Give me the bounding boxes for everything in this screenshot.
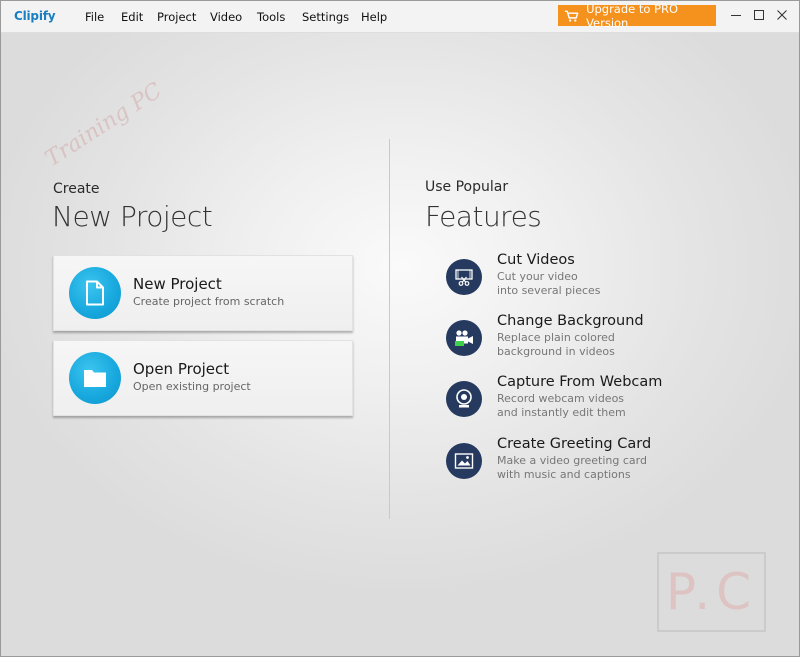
- feature-desc-line2: background in videos: [497, 345, 615, 358]
- watermark-box: P.C: [657, 552, 766, 632]
- section-divider: [389, 139, 390, 519]
- feature-capture-webcam[interactable]: Capture From Webcam Record webcam videos…: [446, 374, 746, 431]
- open-project-title: Open Project: [133, 360, 230, 378]
- new-project-card[interactable]: New Project Create project from scratch: [53, 255, 353, 331]
- feature-change-background[interactable]: Change Background Replace plain colored …: [446, 313, 746, 370]
- new-project-circle: [69, 267, 121, 319]
- file-icon: [86, 280, 104, 306]
- webcam-icon: [446, 381, 482, 417]
- open-project-subtitle: Open existing project: [133, 380, 251, 393]
- open-project-circle: [69, 352, 121, 404]
- cut-video-icon: [446, 259, 482, 295]
- menu-project[interactable]: Project: [157, 10, 196, 24]
- app-window: Clipify File Edit Project Video Tools Se…: [0, 0, 800, 657]
- feature-title: Change Background: [497, 313, 644, 329]
- close-button[interactable]: [774, 7, 790, 23]
- minimize-button[interactable]: [728, 7, 744, 23]
- menu-settings[interactable]: Settings: [302, 10, 349, 24]
- chroma-key-icon: [446, 320, 482, 356]
- feature-desc-line2: with music and captions: [497, 468, 631, 481]
- upgrade-pro-button[interactable]: Upgrade to PRO Version: [558, 2, 716, 30]
- greeting-card-icon: [446, 443, 482, 479]
- minimize-icon: [731, 15, 741, 16]
- feature-desc-line1: Replace plain colored: [497, 331, 615, 344]
- cart-icon: [564, 10, 579, 22]
- menu-tools[interactable]: Tools: [257, 10, 285, 24]
- feature-title: Capture From Webcam: [497, 374, 663, 390]
- feature-desc-line2: and instantly edit them: [497, 406, 626, 419]
- menu-file[interactable]: File: [85, 10, 104, 24]
- maximize-button[interactable]: [751, 7, 767, 23]
- menu-edit[interactable]: Edit: [121, 10, 143, 24]
- menu-help[interactable]: Help: [361, 10, 387, 24]
- close-icon: [777, 10, 787, 20]
- feature-title: Cut Videos: [497, 252, 575, 268]
- features-kicker: Use Popular: [425, 179, 509, 195]
- watermark-script: Training PC: [41, 78, 167, 172]
- feature-desc-line1: Cut your video: [497, 270, 578, 283]
- feature-cut-videos[interactable]: Cut Videos Cut your video into several p…: [446, 252, 746, 309]
- feature-greeting-card[interactable]: Create Greeting Card Make a video greeti…: [446, 436, 746, 493]
- menu-video[interactable]: Video: [210, 10, 242, 24]
- folder-icon: [84, 370, 106, 387]
- feature-desc-line1: Record webcam videos: [497, 392, 625, 405]
- feature-desc-line2: into several pieces: [497, 284, 601, 297]
- feature-desc-line1: Make a video greeting card: [497, 454, 647, 467]
- new-project-title: New Project: [133, 275, 222, 293]
- create-kicker: Create: [53, 181, 100, 197]
- create-title: New Project: [52, 200, 213, 233]
- watermark-box-text: P.C: [665, 563, 758, 621]
- upgrade-label: Upgrade to PRO Version: [586, 1, 679, 30]
- features-title: Features: [425, 200, 542, 233]
- app-logo: Clipify: [14, 9, 56, 23]
- new-project-subtitle: Create project from scratch: [133, 295, 285, 308]
- open-project-card[interactable]: Open Project Open existing project: [53, 340, 353, 416]
- maximize-icon: [754, 10, 764, 20]
- title-bar: Clipify File Edit Project Video Tools Se…: [1, 1, 799, 33]
- feature-title: Create Greeting Card: [497, 436, 652, 452]
